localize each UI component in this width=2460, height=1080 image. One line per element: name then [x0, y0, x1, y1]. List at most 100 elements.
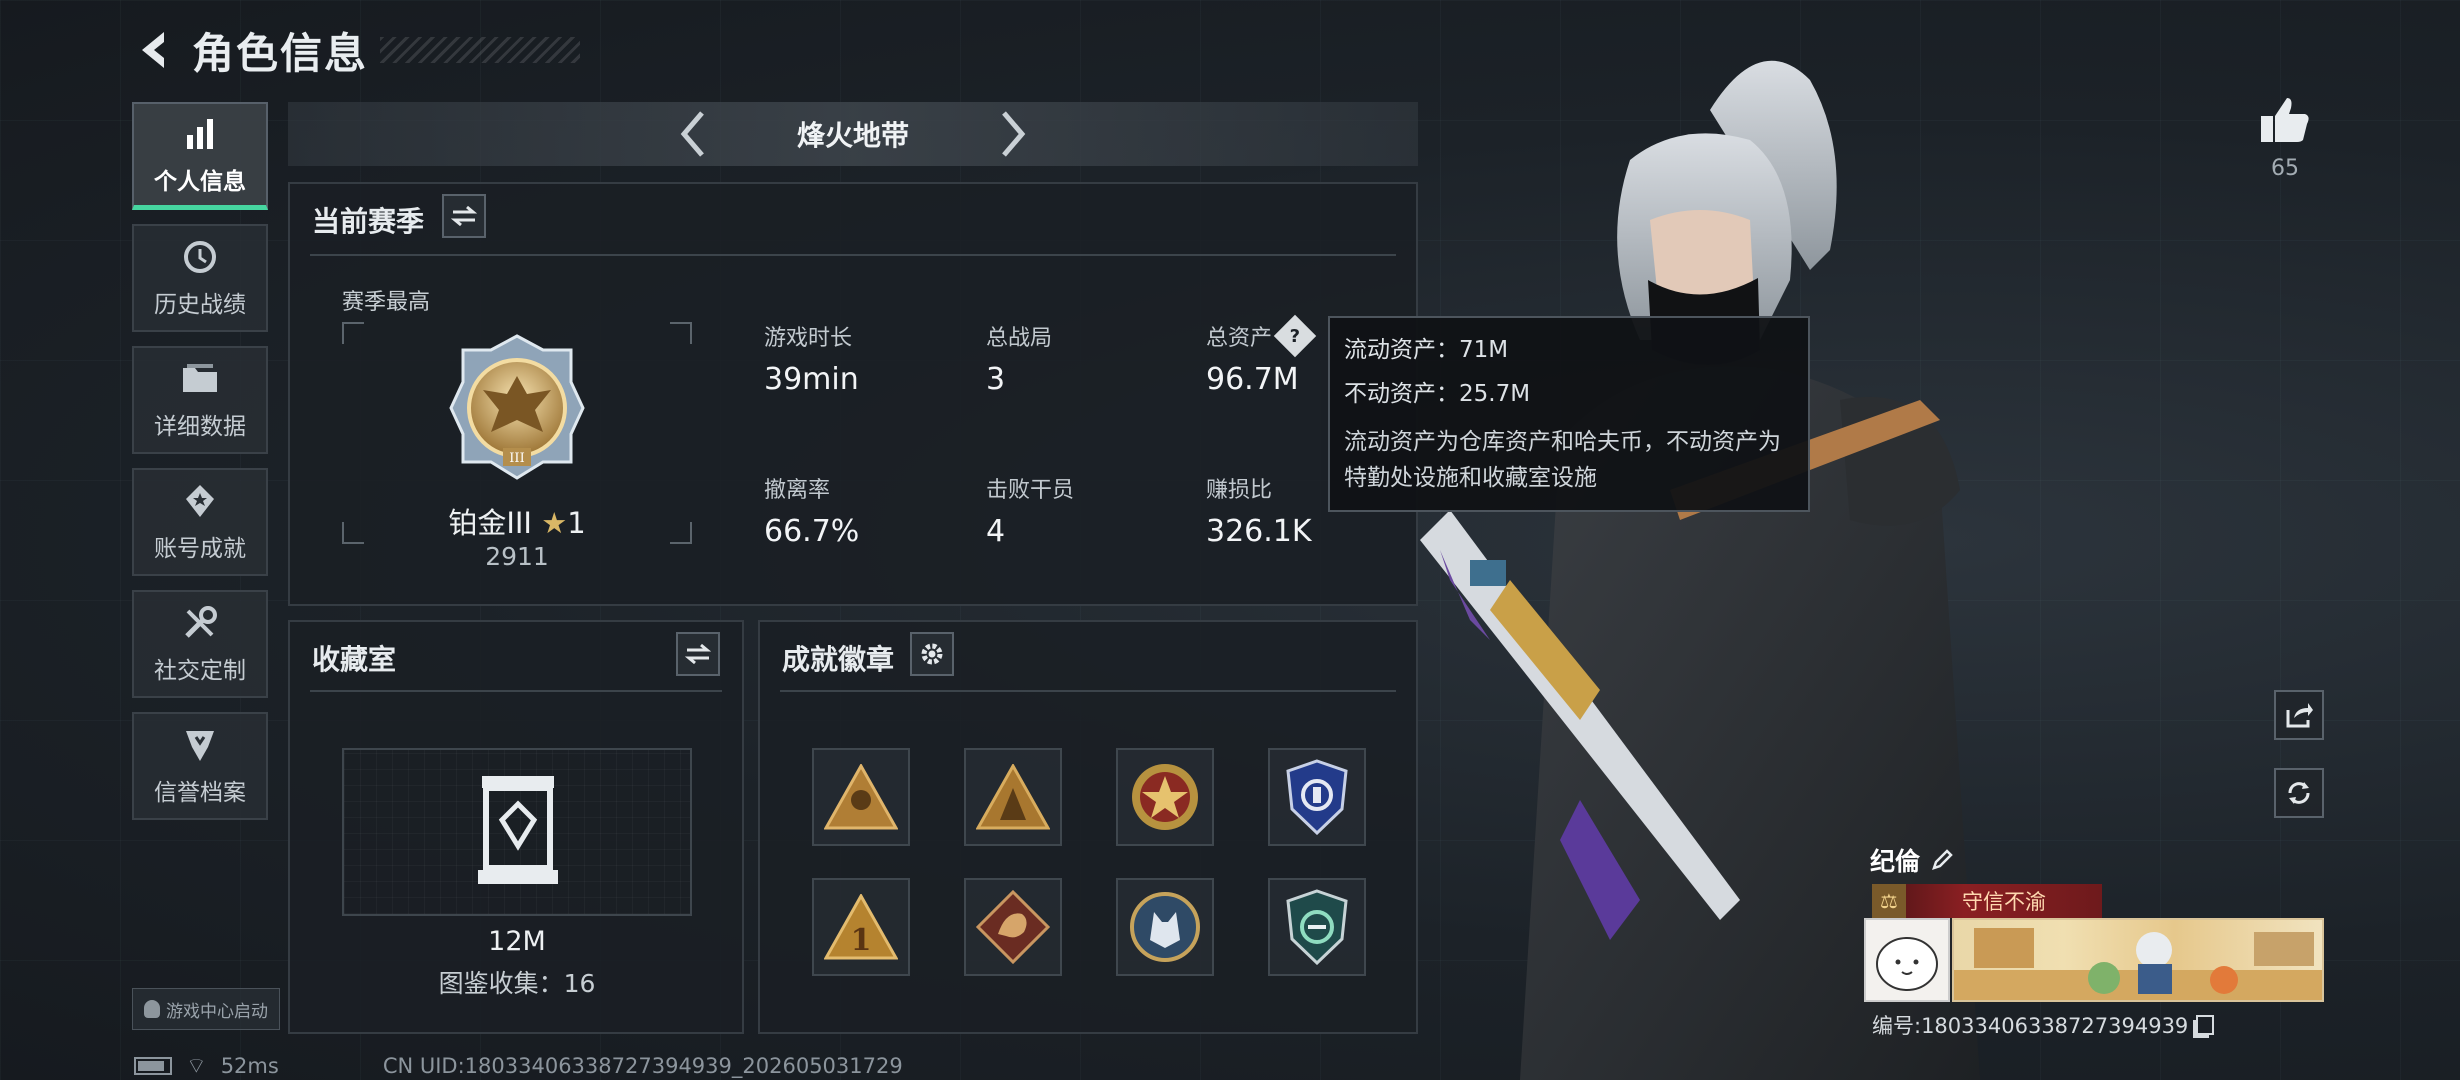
badge-number-one[interactable]: 1: [812, 878, 910, 976]
assets-tooltip: 流动资产：71M 不动资产：25.7M 流动资产为仓库资产和哈夫币，不动资产为特…: [1328, 316, 1810, 512]
thumbs-up-icon: [2261, 98, 2309, 142]
nav-label: 历史战绩: [154, 292, 246, 318]
share-button[interactable]: [2274, 690, 2324, 740]
battery-icon: [134, 1057, 172, 1075]
edit-icon[interactable]: [1930, 848, 1954, 872]
header: 角色信息: [130, 20, 581, 80]
swap-icon: [685, 643, 711, 665]
nav-label: 社交定制: [154, 658, 246, 684]
nav-item-achievements[interactable]: 账号成就: [132, 468, 268, 576]
tooltip-liquid-assets: 流动资产：71M: [1344, 337, 1509, 363]
history-icon: [180, 237, 220, 277]
season-title: 当前赛季: [312, 205, 425, 238]
honor-title-badge: ⚖ 守信不渝: [1872, 884, 2102, 918]
collection-title: 收藏室: [312, 643, 397, 676]
scales-icon: ⚖: [1872, 884, 1906, 918]
nav-item-history[interactable]: 历史战绩: [132, 224, 268, 332]
badge-red-star[interactable]: [1116, 748, 1214, 846]
gold-triangle-badge-icon: [824, 764, 898, 830]
mode-selector: 烽火地带: [288, 102, 1418, 166]
tooltip-fixed-assets: 不动资产：25.7M: [1344, 381, 1531, 407]
tooltip-description: 流动资产为仓库资产和哈夫币，不动资产为特勤处设施和收藏室设施: [1344, 429, 1781, 491]
nav-label: 详细数据: [154, 414, 246, 440]
collection-value: 12M: [488, 926, 546, 957]
green-shield-badge-icon: [1286, 889, 1348, 965]
avatar-image: [1876, 937, 1938, 991]
divider: [310, 254, 1396, 256]
season-switch-button[interactable]: [442, 194, 486, 238]
rank-name: 铂金III ★1: [448, 506, 586, 540]
badge-dragon[interactable]: [964, 878, 1062, 976]
number-one-badge-icon: 1: [824, 894, 898, 960]
name-card-banner[interactable]: [1952, 918, 2324, 1002]
launch-label: 游戏中心启动: [166, 1001, 268, 1022]
refresh-button[interactable]: [2274, 768, 2324, 818]
nav-label: 个人信息: [154, 168, 246, 195]
game-center-launch-button[interactable]: 游戏中心启动: [132, 988, 280, 1030]
like-button[interactable]: 65: [2250, 96, 2320, 181]
nav-item-detailed-data[interactable]: 详细数据: [132, 346, 268, 454]
nav-item-personal-info[interactable]: 个人信息: [132, 102, 268, 210]
page-title: 角色信息: [192, 28, 369, 78]
copy-icon[interactable]: [2196, 1015, 2215, 1035]
divider: [780, 690, 1396, 692]
nav-item-credit-record[interactable]: 信誉档案: [132, 712, 268, 820]
help-icon[interactable]: ?: [1273, 314, 1317, 358]
banner-illustration: [1954, 928, 2322, 1000]
stat-play-time: 游戏时长 39min: [764, 326, 859, 397]
badge-wolf[interactable]: [1116, 878, 1214, 976]
badges-title: 成就徽章: [782, 643, 895, 676]
player-name: 纪倫: [1870, 842, 1954, 878]
stat-extraction-rate: 撤离率 66.7%: [764, 478, 860, 549]
svg-text:1: 1: [851, 923, 872, 958]
season-panel: 当前赛季 赛季最高 III 铂金III ★1 2911 游戏时长 39min 总…: [288, 182, 1418, 606]
nav-item-social-custom[interactable]: 社交定制: [132, 590, 268, 698]
wolf-badge-icon: [1130, 892, 1200, 962]
chevron-right-icon: [1002, 111, 1026, 157]
stat-total-matches: 总战局 3: [986, 326, 1053, 397]
bar-chart-icon: [180, 114, 220, 154]
nav-label: 信誉档案: [154, 780, 246, 806]
badge-blue-shield[interactable]: [1268, 748, 1366, 846]
collection-count: 图鉴收集：16: [438, 969, 596, 998]
chevron-left-icon: [680, 111, 704, 157]
side-nav: 个人信息 历史战绩 详细数据 账号成就 社交定制 信誉档案: [132, 102, 270, 834]
season-best-label: 赛季最高: [342, 290, 431, 315]
platinum-rank-emblem-icon: III: [449, 334, 585, 480]
avatar[interactable]: [1864, 918, 1950, 1002]
badge-gold-triangle[interactable]: [812, 748, 910, 846]
collection-room-preview[interactable]: [342, 748, 692, 916]
wifi-icon: ⌔: [186, 1054, 207, 1079]
dragon-badge-icon: [976, 890, 1050, 964]
like-count: 65: [2271, 156, 2299, 181]
mode-next-button[interactable]: [983, 104, 1043, 164]
badges-settings-button[interactable]: [910, 632, 954, 676]
divider: [310, 690, 722, 692]
badge-green-shield[interactable]: [1268, 878, 1366, 976]
rank-stars: 1: [567, 506, 586, 540]
red-star-badge-icon: [1132, 764, 1198, 830]
blue-shield-badge-icon: [1286, 759, 1348, 835]
display-case-icon: [478, 776, 558, 884]
ping-text: 52ms: [220, 1054, 279, 1078]
badge-gold-triangle-2[interactable]: [964, 748, 1062, 846]
refresh-icon: [2288, 782, 2310, 804]
collection-switch-button[interactable]: [676, 632, 720, 676]
gear-icon: [921, 643, 943, 665]
player-card: 纪倫 ⚖ 守信不渝 编号:18033406338727394939: [1860, 836, 2326, 1046]
uid-text: CN UID:18033406338727394939_202605031729: [382, 1054, 903, 1078]
stat-operators-defeated: 击败干员 4: [986, 478, 1075, 549]
mode-name: 烽火地带: [796, 119, 909, 152]
mode-prev-button[interactable]: [663, 104, 723, 164]
star-icon: ★: [541, 506, 568, 540]
status-bar: ⌔ 52ms CN UID:18033406338727394939_20260…: [134, 1052, 903, 1080]
nav-label: 账号成就: [154, 536, 246, 562]
swap-icon: [451, 205, 477, 227]
rank-score: 2911: [485, 542, 549, 571]
tools-icon: [180, 603, 220, 643]
achievement-badges-panel: 成就徽章 1: [758, 620, 1418, 1034]
achievement-icon: [180, 481, 220, 521]
title-decoration: [380, 37, 581, 63]
credit-shield-icon: [180, 725, 220, 765]
back-button[interactable]: [130, 24, 182, 76]
